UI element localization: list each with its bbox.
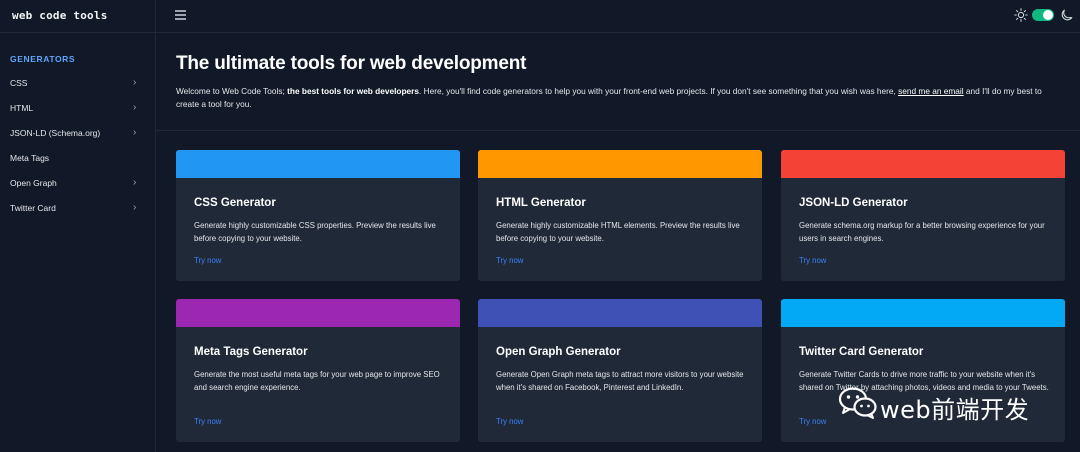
email-link[interactable]: send me an email [898, 86, 964, 96]
card-description: Generate highly customizable HTML elemen… [496, 221, 740, 243]
hero-section: The ultimate tools for web development W… [156, 33, 1080, 131]
sidebar-item-open-graph[interactable]: Open Graph › [0, 175, 155, 193]
sidebar-item-label: Twitter Card [10, 203, 56, 213]
card-description: Generate the most useful meta tags for y… [194, 370, 440, 392]
try-now-link[interactable]: Try now [799, 417, 826, 426]
sidebar: web code tools GENERATORS CSS › HTML › J… [0, 0, 156, 452]
sidebar-item-label: CSS [10, 78, 28, 88]
sidebar-item-json-ld[interactable]: JSON-LD (Schema.org) › [0, 125, 155, 143]
try-now-link[interactable]: Try now [496, 417, 523, 426]
logo[interactable]: web code tools [12, 9, 108, 22]
card-open-graph-generator[interactable]: Open Graph Generator Generate Open Graph… [478, 299, 762, 442]
try-now-link[interactable]: Try now [799, 256, 826, 265]
card-meta-tags-generator[interactable]: Meta Tags Generator Generate the most us… [176, 299, 460, 442]
card-title: Meta Tags Generator [194, 346, 308, 358]
card-color-band [478, 150, 762, 178]
sidebar-item-label: JSON-LD (Schema.org) [10, 128, 101, 138]
card-title: JSON-LD Generator [799, 197, 908, 209]
chevron-right-icon: › [133, 127, 137, 138]
toggle-knob [1043, 10, 1053, 20]
card-color-band [781, 299, 1065, 327]
card-css-generator[interactable]: CSS Generator Generate highly customizab… [176, 150, 460, 281]
sidebar-heading: GENERATORS [10, 54, 76, 64]
chevron-right-icon: › [133, 177, 137, 188]
card-title: Twitter Card Generator [799, 346, 924, 358]
sidebar-item-label: HTML [10, 103, 34, 113]
watermark-text: web前端开发 [880, 396, 1030, 424]
card-description: Generate schema.org markup for a better … [799, 221, 1045, 243]
watermark: web前端开发 [838, 386, 1058, 424]
sidebar-item-label: Meta Tags [10, 153, 50, 163]
card-html-generator[interactable]: HTML Generator Generate highly customiza… [478, 150, 762, 281]
try-now-link[interactable]: Try now [496, 256, 523, 265]
sidebar-item-html[interactable]: HTML › [0, 100, 155, 118]
try-now-link[interactable]: Try now [194, 417, 221, 426]
card-description: Generate highly customizable CSS propert… [194, 221, 436, 243]
top-bar [156, 0, 1080, 33]
card-color-band [781, 150, 1065, 178]
card-color-band [478, 299, 762, 327]
sidebar-item-css[interactable]: CSS › [0, 75, 155, 93]
chevron-right-icon: › [133, 77, 137, 88]
card-color-band [176, 150, 460, 178]
intro-text: Welcome to Web Code Tools; the best tool… [176, 86, 1042, 109]
moon-icon[interactable] [1060, 8, 1074, 22]
card-title: CSS Generator [194, 197, 276, 209]
try-now-link[interactable]: Try now [194, 256, 221, 265]
card-title: Open Graph Generator [496, 346, 621, 358]
card-json-ld-generator[interactable]: JSON-LD Generator Generate schema.org ma… [781, 150, 1065, 281]
sidebar-item-twitter-card[interactable]: Twitter Card › [0, 200, 155, 218]
hamburger-menu-icon[interactable] [175, 10, 186, 20]
dark-mode-toggle[interactable] [1032, 9, 1054, 21]
page-title: The ultimate tools for web development [176, 53, 527, 74]
card-title: HTML Generator [496, 197, 586, 209]
wechat-icon [838, 387, 877, 419]
sidebar-item-meta-tags[interactable]: Meta Tags [0, 150, 155, 168]
chevron-right-icon: › [133, 102, 137, 113]
sidebar-item-label: Open Graph [10, 178, 57, 188]
sun-icon[interactable] [1014, 8, 1028, 22]
card-color-band [176, 299, 460, 327]
chevron-right-icon: › [133, 202, 137, 213]
card-description: Generate Open Graph meta tags to attract… [496, 370, 744, 392]
divider [0, 32, 155, 33]
